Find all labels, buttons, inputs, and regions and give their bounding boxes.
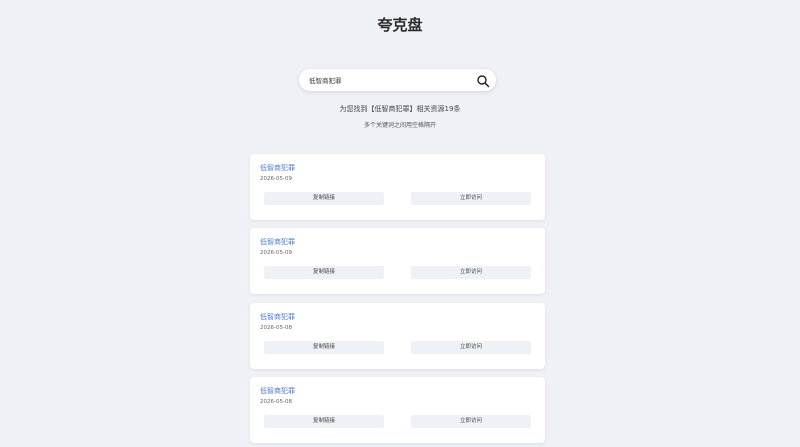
result-card: 低智商犯罪 2026-05-09 复制链接 立即访问 — [250, 228, 545, 294]
search-icon[interactable] — [476, 73, 490, 88]
result-date: 2026-05-09 — [260, 250, 292, 256]
copy-link-button[interactable]: 复制链接 — [264, 266, 384, 279]
result-tip: 多个关键词之间用空格隔开 — [363, 122, 436, 129]
visit-now-button[interactable]: 立即访问 — [411, 266, 531, 279]
visit-now-button[interactable]: 立即访问 — [411, 415, 531, 428]
result-title-link[interactable]: 低智商犯罪 — [260, 312, 295, 322]
result-card: 低智商犯罪 2026-05-09 复制链接 立即访问 — [250, 154, 545, 220]
result-date: 2026-05-08 — [260, 399, 292, 405]
result-summary: 为您找到【低智商犯罪】相关资源19条 — [339, 105, 461, 113]
result-date: 2026-05-08 — [260, 325, 292, 331]
copy-link-button[interactable]: 复制链接 — [264, 341, 384, 354]
result-card: 低智商犯罪 2026-05-08 复制链接 立即访问 — [250, 377, 545, 443]
result-title-link[interactable]: 低智商犯罪 — [260, 163, 295, 173]
visit-now-button[interactable]: 立即访问 — [411, 192, 531, 205]
result-date: 2026-05-09 — [260, 176, 292, 182]
search-box — [299, 69, 496, 91]
page: 夸克盘 为您找到【低智商犯罪】相关资源19条 多个关键词之间用空格隔开 低智商犯… — [0, 0, 800, 447]
copy-link-button[interactable]: 复制链接 — [264, 192, 384, 205]
copy-link-button[interactable]: 复制链接 — [264, 415, 384, 428]
search-input[interactable] — [309, 72, 469, 88]
site-title: 夸克盘 — [377, 16, 423, 34]
result-title-link[interactable]: 低智商犯罪 — [260, 386, 295, 396]
visit-now-button[interactable]: 立即访问 — [411, 341, 531, 354]
result-card: 低智商犯罪 2026-05-08 复制链接 立即访问 — [250, 303, 545, 369]
result-title-link[interactable]: 低智商犯罪 — [260, 237, 295, 247]
